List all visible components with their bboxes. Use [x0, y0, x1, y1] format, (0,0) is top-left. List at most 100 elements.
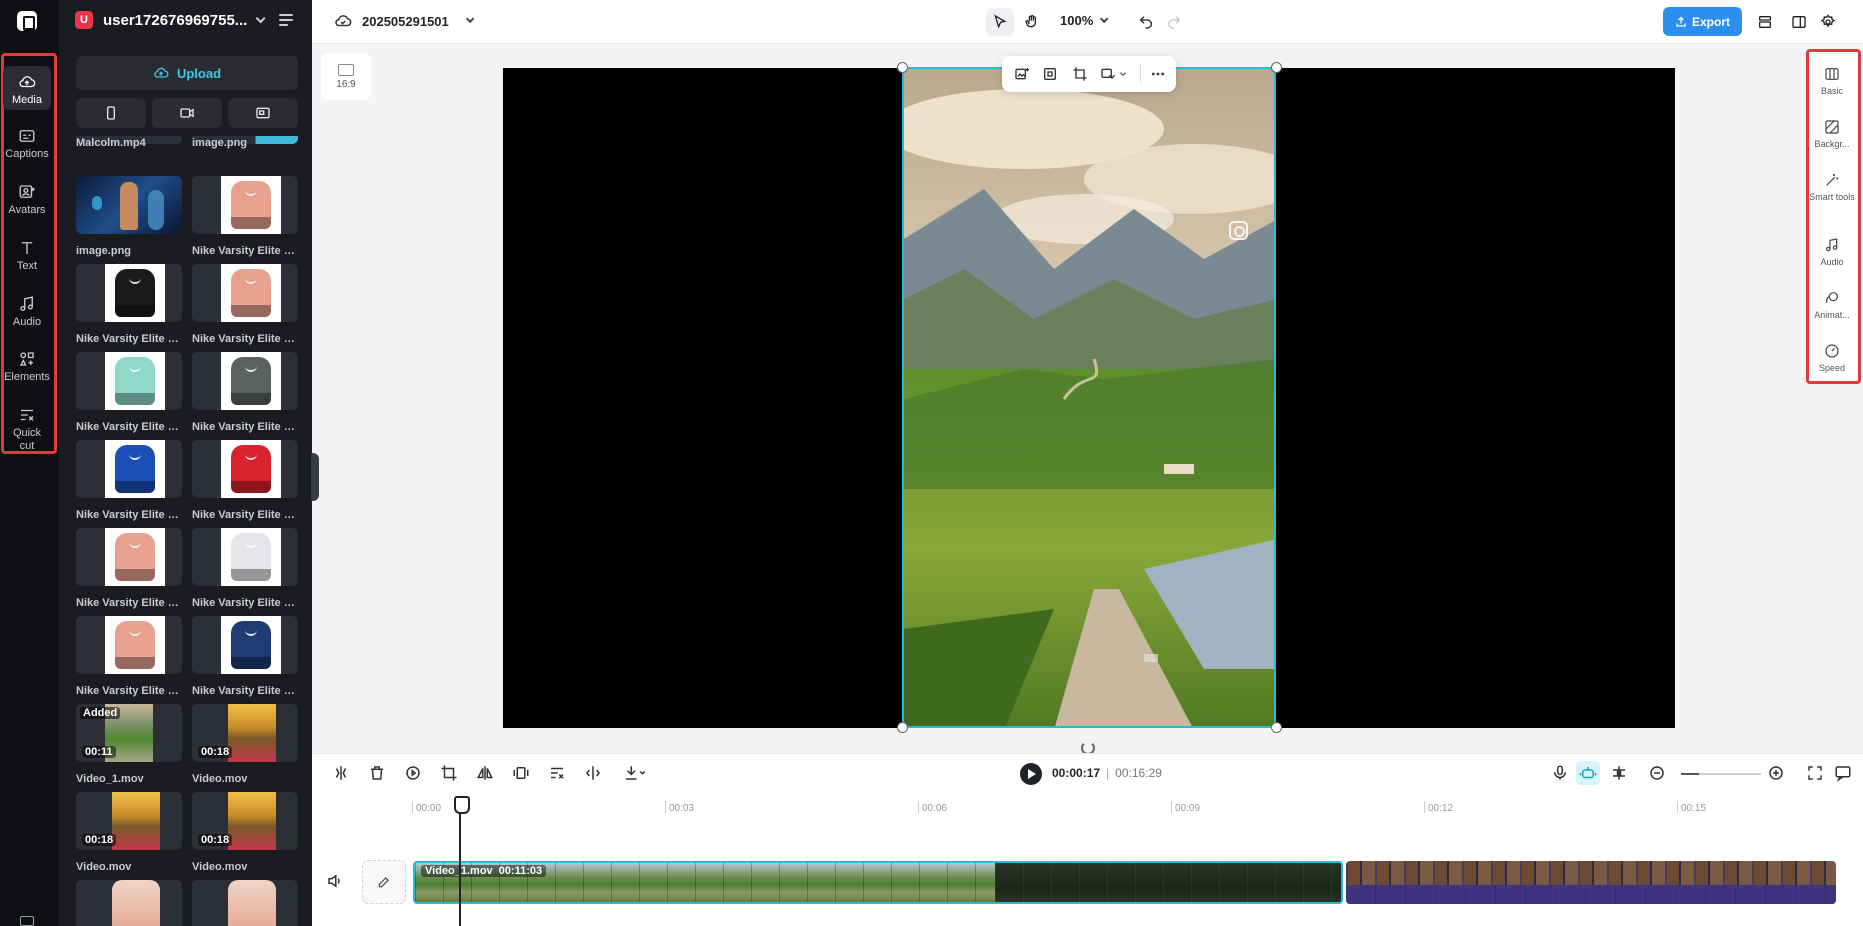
smart-cut-button[interactable] — [548, 764, 566, 782]
rail-item-audio[interactable]: Audio — [3, 295, 51, 329]
sunset-thumbnail — [228, 704, 276, 762]
properties-audio[interactable]: Audio — [1808, 237, 1856, 268]
zoom-out-button[interactable] — [1648, 764, 1666, 782]
redo-button[interactable] — [1160, 8, 1188, 36]
elements-icon — [18, 350, 36, 368]
resize-handle-top-right[interactable] — [1271, 62, 1282, 73]
rail-item-quick-cut[interactable]: Quick cut — [3, 406, 51, 453]
export-button[interactable]: Export — [1663, 7, 1742, 36]
landscape-video-frame — [904, 69, 1276, 728]
upload-button[interactable]: Upload — [76, 56, 298, 90]
rail-item-text[interactable]: Text — [3, 239, 51, 273]
ruler-tick: 00:03 — [669, 803, 694, 814]
dress-thumbnail — [112, 880, 160, 926]
feedback-button[interactable] — [1834, 764, 1852, 782]
panel-collapse-handle[interactable] — [311, 453, 319, 501]
speaker-icon[interactable] — [326, 872, 344, 890]
ruler-tick: 00:09 — [1175, 803, 1200, 814]
properties-speed[interactable]: Speed — [1808, 343, 1856, 374]
zoom-in-button[interactable] — [1767, 764, 1785, 782]
text-icon — [18, 239, 36, 257]
freeze-button[interactable] — [512, 764, 530, 782]
video-camera-icon — [179, 105, 195, 121]
rail-item-avatars[interactable]: Avatars — [3, 183, 51, 217]
replace-media-icon[interactable] — [1100, 66, 1116, 82]
properties-basic[interactable]: Basic — [1808, 66, 1856, 97]
clip-dark-segment — [995, 863, 1343, 904]
total-time: 00:16:29 — [1115, 766, 1162, 780]
flip-button[interactable] — [476, 764, 494, 782]
properties-background[interactable]: Backgr... — [1808, 119, 1856, 150]
split-panel-icon — [1791, 14, 1807, 30]
clip-label: Video_1.mov00:11:03 — [421, 865, 546, 877]
project-title[interactable]: 202505291501 — [334, 12, 471, 30]
zoom-dropdown[interactable]: 100% — [1060, 13, 1105, 28]
delete-button[interactable] — [368, 764, 386, 782]
crop-button[interactable] — [440, 764, 458, 782]
playhead[interactable] — [459, 796, 461, 926]
hand-tool-button[interactable] — [1018, 8, 1046, 36]
download-button[interactable] — [620, 764, 650, 782]
rail-item-label: Media — [12, 94, 42, 107]
undo-button[interactable] — [1132, 8, 1160, 36]
layout-toggle-button[interactable] — [1785, 8, 1813, 36]
fit-timeline-button[interactable] — [1806, 764, 1824, 782]
record-phone-button[interactable] — [76, 98, 146, 128]
select-tool-button[interactable] — [986, 8, 1014, 36]
avatar-video-clip[interactable] — [1346, 861, 1836, 904]
split-button[interactable] — [332, 764, 350, 782]
crop-icon[interactable] — [1072, 66, 1088, 82]
media-grid: Malcolm.mp4 image.png image.png Nike Var… — [76, 136, 298, 926]
record-camera-button[interactable] — [152, 98, 222, 128]
added-badge: Added — [80, 707, 120, 719]
snap-icon — [1610, 764, 1628, 782]
magnet-snap-button[interactable] — [1610, 764, 1628, 782]
sunset-thumbnail — [112, 792, 160, 850]
resize-handle-bottom-left[interactable] — [897, 722, 908, 733]
aspect-ratio-button[interactable]: 16:9 — [321, 53, 371, 100]
timeline-zoom-slider[interactable] — [1681, 773, 1761, 775]
rail-item-media[interactable]: Media — [3, 66, 51, 110]
remove-background-icon[interactable] — [1042, 66, 1058, 82]
resize-handle-bottom-right[interactable] — [1271, 722, 1282, 733]
properties-label: Backgr... — [1814, 139, 1849, 150]
ai-image-edit-icon[interactable] — [1014, 66, 1030, 82]
account-switcher[interactable]: U user172676969755... — [75, 11, 262, 29]
sunset-thumbnail — [228, 792, 276, 850]
panel-menu-icon[interactable] — [279, 14, 293, 26]
record-screen-button[interactable] — [228, 98, 298, 128]
properties-animation[interactable]: Animat... — [1808, 290, 1856, 321]
layers-button[interactable] — [1751, 8, 1779, 36]
cloud-saved-icon — [334, 12, 352, 30]
resize-handle-top-left[interactable] — [897, 62, 908, 73]
properties-label: Animat... — [1814, 310, 1850, 321]
rail-item-elements[interactable]: Elements — [3, 350, 51, 384]
loop-button[interactable] — [404, 764, 422, 782]
timeline-ruler[interactable]: 00:00 00:03 00:06 00:09 00:12 00:15 — [312, 793, 1863, 815]
selected-video-layer[interactable] — [902, 67, 1276, 728]
app-logo-icon[interactable] — [17, 11, 37, 31]
backpack-thumbnail — [115, 445, 155, 493]
keyboard-icon[interactable] — [20, 916, 34, 926]
chevron-down-icon[interactable] — [1118, 66, 1128, 82]
microphone-icon — [1551, 764, 1569, 782]
rail-item-captions[interactable]: Captions — [3, 127, 51, 161]
undo-icon — [1138, 14, 1154, 30]
duration-badge: 00:18 — [82, 834, 116, 846]
properties-label: Speed — [1819, 363, 1845, 374]
play-button[interactable] — [1020, 763, 1042, 785]
settings-button[interactable] — [1814, 8, 1842, 36]
video-clip-selected[interactable]: Video_1.mov00:11:03 — [413, 861, 1343, 904]
music-note-icon — [18, 295, 36, 313]
ai-assistant-toggle[interactable] — [1576, 761, 1600, 785]
cloud-upload-icon — [153, 65, 169, 81]
cloud-icon — [18, 73, 36, 91]
trim-button[interactable] — [584, 764, 602, 782]
properties-smart-tools[interactable]: Smart tools — [1808, 172, 1856, 203]
more-icon[interactable] — [1150, 66, 1166, 82]
edit-cover-button[interactable] — [362, 860, 406, 904]
magic-wand-icon — [1824, 172, 1840, 188]
properties-label: Audio — [1820, 257, 1843, 268]
duration-badge: 00:11 — [82, 746, 116, 758]
voiceover-button[interactable] — [1551, 764, 1569, 782]
